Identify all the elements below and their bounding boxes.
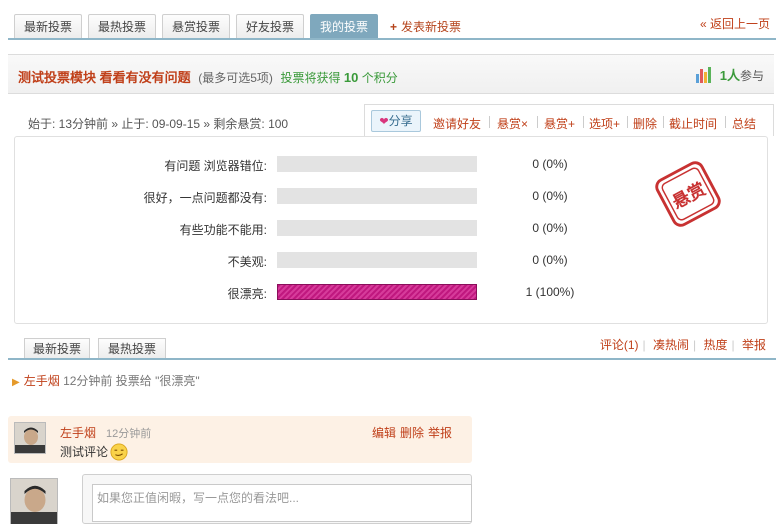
participants: 1人参与: [695, 65, 764, 84]
poll-option-label: 不美观:: [227, 255, 267, 269]
option-limit: (最多可选5项): [198, 71, 273, 85]
participant-suffix: 参与: [739, 69, 764, 83]
poll-header: 测试投票模块 看看有没有问题 (最多可选5项) 投票将获得 10 个积分 1人参…: [8, 54, 774, 94]
remove-reward-link[interactable]: 悬赏×: [497, 115, 528, 132]
tab-reward-polls[interactable]: 悬赏投票: [162, 14, 230, 39]
poll-option-row: 不美观: 0 (0%): [15, 250, 769, 270]
share-button[interactable]: ❤分享: [371, 110, 421, 132]
add-reward-link[interactable]: 悬赏+: [544, 115, 575, 132]
invite-friends-link[interactable]: 邀请好友: [433, 115, 481, 132]
tab-friend-polls[interactable]: 好友投票: [236, 14, 304, 39]
reply-area: [8, 474, 474, 524]
comment-body: 测试评论: [60, 445, 109, 459]
comment-actions: 编辑 删除 举报: [368, 424, 452, 441]
comments-link[interactable]: 评论(1): [600, 338, 639, 352]
heat-link[interactable]: 热度: [704, 338, 728, 352]
poll-option-bar-fill: [277, 284, 477, 300]
tab-hot-polls-bottom[interactable]: 最热投票: [98, 338, 166, 359]
poll-results: 悬赏 有问题 浏览器错位: 0 (0%) 很好，一点问题都没有: 0 (0%) 有些功能…: [14, 136, 768, 324]
tab-latest-polls[interactable]: 最新投票: [14, 14, 82, 39]
poll-option-bar: [277, 156, 477, 172]
comment-user[interactable]: 左手烟: [60, 424, 96, 441]
top-tab-bar: 最新投票 最热投票 悬赏投票 好友投票 我的投票 + 发表新投票 « 返回上一页: [0, 0, 784, 40]
delete-link[interactable]: 删除: [633, 115, 657, 132]
comment-text: 测试评论: [60, 443, 128, 461]
back-link[interactable]: « 返回上一页: [700, 15, 770, 32]
poll-title-line: 测试投票模块 看看有没有问题 (最多可选5项) 投票将获得 10 个积分: [18, 67, 398, 86]
share-label: 分享: [388, 114, 413, 128]
vote-log-user[interactable]: 左手烟: [24, 374, 60, 388]
vote-log-entry: ▶ 左手烟 12分钟前 投票给 "很漂亮": [12, 372, 200, 389]
smiley-emoticon-icon: [110, 443, 128, 461]
poll-title: 测试投票模块 看看有没有问题: [18, 70, 191, 85]
poll-option-row: 有问题 浏览器错位: 0 (0%): [15, 154, 769, 174]
reply-input[interactable]: [92, 484, 472, 522]
poll-option-votes: 1 (100%): [525, 285, 575, 299]
tab-hot-polls[interactable]: 最热投票: [88, 14, 156, 39]
poll-action-bar: ❤分享 邀请好友 悬赏× 悬赏+ 选项+ 删除 截止时间 总结: [364, 104, 774, 136]
poll-option-row: 很漂亮: 1 (100%): [15, 282, 769, 302]
poll-option-row: 很好，一点问题都没有: 0 (0%): [15, 186, 769, 206]
reply-avatar: [10, 478, 58, 524]
poll-option-label: 有些功能不能用:: [179, 223, 267, 237]
poll-timing-info: 始于: 13分钟前 » 止于: 09-09-15 » 剩余悬赏: 100: [28, 117, 289, 131]
reward-points: 10: [343, 70, 359, 85]
poll-option-votes: 0 (0%): [532, 221, 568, 235]
bar-chart-icon: [695, 67, 714, 83]
poll-option-bar: [277, 284, 477, 300]
participant-count: 1人: [719, 68, 740, 83]
poll-option-bar: [277, 220, 477, 236]
deadline-link[interactable]: 截止时间: [669, 115, 717, 132]
poll-option-label: 很漂亮:: [227, 287, 267, 301]
plus-icon: +: [390, 20, 398, 34]
comment-edit-link[interactable]: 编辑: [372, 426, 396, 440]
comment-tab-bar: 最新投票 最热投票 评论(1) | 凑热闹 | 热度 | 举报: [0, 334, 784, 360]
report-link[interactable]: 举报: [742, 338, 766, 352]
poll-option-bar: [277, 252, 477, 268]
user-avatar-icon: [15, 423, 45, 453]
comment-report-link[interactable]: 举报: [428, 426, 452, 440]
arrow-right-icon: ▶: [12, 377, 20, 388]
heart-icon: ❤: [379, 116, 389, 128]
poll-info-row: 始于: 13分钟前 » 止于: 09-09-15 » 剩余悬赏: 100 ❤分享…: [8, 104, 774, 136]
reward-info: 投票将获得 10 个积分: [280, 70, 398, 85]
poll-option-label: 很好，一点问题都没有:: [143, 191, 267, 205]
summary-link[interactable]: 总结: [732, 115, 756, 132]
poll-option-row: 有些功能不能用: 0 (0%): [15, 218, 769, 238]
tab-my-polls[interactable]: 我的投票: [310, 14, 378, 39]
tab-latest-polls-bottom[interactable]: 最新投票: [24, 338, 90, 359]
tab-underline: [8, 38, 776, 40]
reward-prefix: 投票将获得: [280, 71, 341, 85]
comment-item: 左手烟 12分钟前 编辑 删除 举报 测试评论: [8, 416, 472, 463]
hot-link[interactable]: 凑热闹: [653, 338, 689, 352]
new-poll-label: 发表新投票: [401, 20, 462, 34]
poll-option-votes: 0 (0%): [532, 189, 568, 203]
comment-links: 评论(1) | 凑热闹 | 热度 | 举报: [599, 338, 766, 352]
new-poll-link[interactable]: + 发表新投票: [390, 18, 461, 35]
poll-option-bar: [277, 188, 477, 204]
vote-log-text: 12分钟前 投票给 "很漂亮": [63, 374, 200, 388]
poll-option-votes: 0 (0%): [532, 253, 568, 267]
poll-option-label: 有问题 浏览器错位:: [164, 159, 267, 173]
comment-delete-link[interactable]: 删除: [400, 426, 424, 440]
tab-underline-bottom: [8, 358, 776, 360]
comment-time: 12分钟前: [106, 428, 152, 440]
user-avatar-icon: [11, 479, 57, 524]
reward-suffix: 个积分: [361, 71, 398, 85]
add-option-link[interactable]: 选项+: [589, 115, 620, 132]
avatar[interactable]: [14, 422, 46, 454]
poll-option-votes: 0 (0%): [532, 157, 568, 171]
